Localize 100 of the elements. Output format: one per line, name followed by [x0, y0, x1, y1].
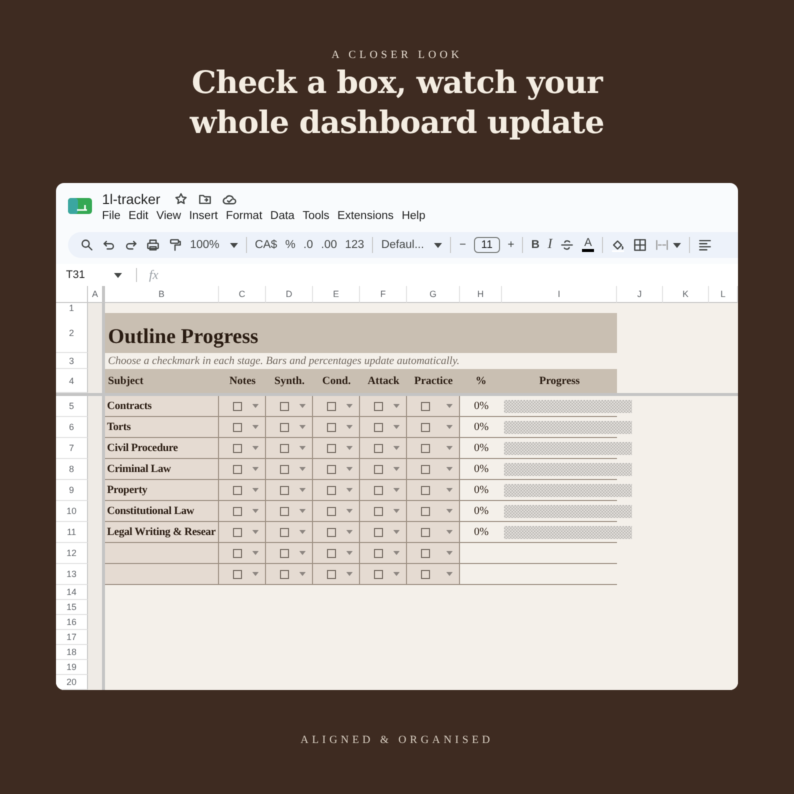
number-format-button[interactable]: 123 [345, 239, 364, 252]
row-number[interactable]: 18 [56, 645, 88, 660]
redo-icon[interactable] [124, 238, 138, 252]
checkbox[interactable] [327, 506, 336, 516]
column-header[interactable]: E [313, 286, 360, 303]
increase-decimals-button[interactable]: .00 [321, 239, 338, 252]
row-number[interactable]: 10 [56, 501, 88, 522]
text-color-button[interactable]: A [582, 238, 594, 252]
row-number[interactable]: 4 [56, 369, 88, 393]
checkbox[interactable] [233, 506, 242, 516]
row-number[interactable]: 9 [56, 480, 88, 501]
menu-item[interactable]: Data [266, 210, 299, 222]
checkbox[interactable] [327, 528, 336, 536]
borders-icon[interactable] [632, 238, 647, 252]
fill-color-icon[interactable] [610, 238, 625, 252]
print-icon[interactable] [146, 238, 160, 252]
checkbox[interactable] [280, 486, 289, 494]
row-number[interactable]: 3 [56, 353, 88, 369]
checkbox[interactable] [374, 444, 383, 452]
checkbox[interactable] [421, 486, 430, 494]
checkbox[interactable] [280, 464, 289, 474]
document-title[interactable]: 1l-tracker [102, 191, 160, 207]
undo-icon[interactable] [102, 238, 116, 252]
caret-icon[interactable] [114, 272, 122, 278]
sheets-logo-icon[interactable] [68, 198, 92, 214]
decrease-decimals-button[interactable]: .0 [303, 239, 314, 252]
checkbox[interactable] [421, 422, 430, 432]
paint-format-icon[interactable] [168, 238, 182, 252]
name-box[interactable]: T31 [66, 269, 114, 282]
row-number[interactable]: 17 [56, 630, 88, 645]
align-icon[interactable] [698, 238, 712, 252]
checkbox[interactable] [421, 548, 430, 558]
checkbox[interactable] [374, 548, 383, 558]
currency-button[interactable]: CA$ [254, 239, 278, 252]
column-header[interactable]: H [460, 286, 502, 303]
checkbox[interactable] [327, 402, 336, 410]
checkbox[interactable] [374, 486, 383, 494]
column-header[interactable]: F [360, 286, 407, 303]
row-number[interactable]: 16 [56, 615, 88, 630]
row-number[interactable]: 13 [56, 564, 88, 585]
font-size-field[interactable]: 11 [474, 237, 500, 254]
checkbox[interactable] [233, 402, 242, 410]
font-dropdown[interactable]: Defaul... [381, 239, 442, 252]
caret-icon[interactable] [434, 242, 442, 248]
menu-item[interactable]: Tools [298, 210, 334, 222]
menu-item[interactable]: Format [222, 210, 266, 222]
checkbox[interactable] [421, 506, 430, 516]
italic-button[interactable]: I [548, 237, 552, 254]
column-header[interactable]: I [502, 286, 617, 303]
checkbox[interactable] [233, 528, 242, 536]
row-number[interactable]: 1 [56, 303, 88, 314]
checkbox[interactable] [374, 422, 383, 432]
checkbox[interactable] [327, 548, 336, 558]
strikethrough-icon[interactable] [560, 238, 574, 252]
column-header[interactable]: G [407, 286, 460, 303]
menu-item[interactable]: Edit [124, 210, 152, 222]
row-number[interactable]: 20 [56, 675, 88, 690]
checkbox[interactable] [374, 570, 383, 578]
checkbox[interactable] [374, 464, 383, 474]
folder-icon[interactable] [198, 192, 212, 206]
row-number[interactable]: 8 [56, 459, 88, 480]
menu-item[interactable]: Help [398, 210, 430, 222]
menu-item[interactable]: Insert [185, 210, 222, 222]
merge-cells-button[interactable] [654, 238, 681, 252]
decrease-size-button[interactable]: − [459, 239, 466, 252]
search-icon[interactable] [80, 238, 94, 252]
checkbox[interactable] [233, 422, 242, 432]
checkbox[interactable] [280, 528, 289, 536]
menu-item[interactable]: Extensions [333, 210, 398, 222]
row-number[interactable]: 15 [56, 600, 88, 615]
checkbox[interactable] [421, 444, 430, 452]
checkbox[interactable] [421, 528, 430, 536]
checkbox[interactable] [327, 464, 336, 474]
menu-item[interactable]: File [98, 210, 125, 222]
checkbox[interactable] [280, 444, 289, 452]
checkbox[interactable] [280, 506, 289, 516]
checkbox[interactable] [327, 444, 336, 452]
checkbox[interactable] [233, 464, 242, 474]
zoom-dropdown[interactable]: 100% [190, 239, 238, 252]
column-header[interactable]: K [663, 286, 709, 303]
row-number[interactable]: 14 [56, 585, 88, 600]
bold-button[interactable]: B [531, 239, 540, 252]
row-number[interactable]: 2 [56, 313, 88, 353]
star-icon[interactable] [174, 192, 188, 206]
column-header[interactable]: B [105, 286, 219, 303]
checkbox[interactable] [327, 570, 336, 578]
checkbox[interactable] [280, 548, 289, 558]
checkbox[interactable] [233, 570, 242, 578]
column-header[interactable]: D [266, 286, 313, 303]
checkbox[interactable] [374, 528, 383, 536]
column-header[interactable]: C [219, 286, 266, 303]
checkbox[interactable] [374, 402, 383, 410]
checkbox[interactable] [233, 486, 242, 494]
checkbox[interactable] [374, 506, 383, 516]
checkbox[interactable] [421, 570, 430, 578]
checkbox[interactable] [280, 402, 289, 410]
row-number[interactable]: 19 [56, 660, 88, 675]
checkbox[interactable] [421, 402, 430, 410]
checkbox[interactable] [327, 486, 336, 494]
row-number[interactable]: 6 [56, 417, 88, 438]
